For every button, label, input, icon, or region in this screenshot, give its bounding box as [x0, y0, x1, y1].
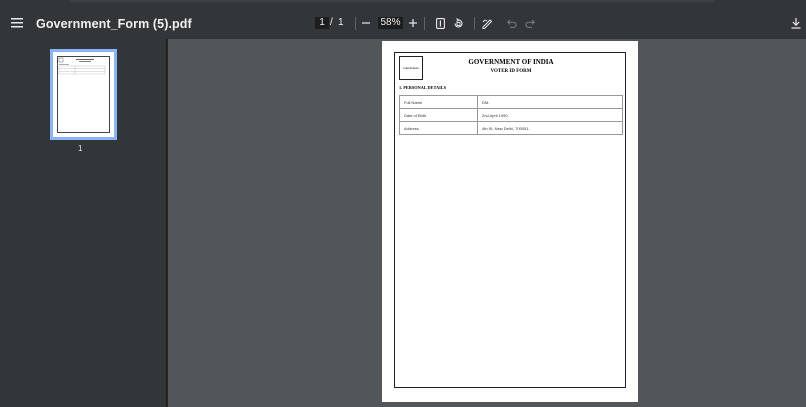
row-label: Address	[399, 121, 478, 135]
redo-icon[interactable]	[524, 18, 535, 29]
page-total: 1	[338, 17, 344, 28]
page-frame: Candidate GOVERNMENT OF INDIA VOTER ID F…	[394, 52, 626, 388]
fit-page-icon[interactable]	[435, 17, 446, 29]
zoom-out-icon[interactable]	[361, 18, 371, 28]
personal-details-table: Full Name DM. Date of Birth 2nd April 19…	[399, 95, 623, 135]
row-value: 2nd April 1990.	[477, 108, 623, 122]
row-label: Date of Birth	[399, 108, 478, 122]
rotate-icon[interactable]	[452, 17, 464, 29]
photo-box: Candidate	[399, 56, 423, 80]
photo-label: Candidate	[403, 66, 419, 70]
annotate-icon[interactable]	[481, 17, 493, 29]
document-viewer[interactable]: Candidate GOVERNMENT OF INDIA VOTER ID F…	[168, 39, 806, 407]
top-scroll-indicator	[70, 0, 715, 2]
row-label: Full Name	[399, 95, 478, 109]
form-subtitle: VOTER ID FORM	[490, 69, 532, 74]
thumbnail-page-number: 1	[78, 144, 83, 153]
menu-icon[interactable]	[8, 14, 26, 32]
page-thumbnail[interactable]	[50, 49, 117, 140]
table-row: Address 4th St. New Delhi, 700051.	[399, 121, 623, 135]
toolbar-divider	[424, 17, 425, 30]
table-row: Date of Birth 2nd April 1990.	[399, 108, 623, 122]
zoom-input[interactable]	[378, 17, 403, 29]
table-row: Full Name DM.	[399, 95, 623, 109]
section-heading: 1. PERSONAL DETAILS	[399, 85, 447, 90]
page-separator: /	[330, 17, 333, 28]
undo-icon[interactable]	[506, 18, 517, 29]
zoom-in-icon[interactable]	[408, 18, 418, 28]
thumbnail-page-preview	[57, 56, 110, 133]
form-title: GOVERNMENT OF INDIA	[468, 58, 554, 66]
row-value: 4th St. New Delhi, 700051.	[477, 121, 623, 135]
toolbar-divider	[474, 17, 475, 30]
row-value: DM.	[477, 95, 623, 109]
pdf-page: Candidate GOVERNMENT OF INDIA VOTER ID F…	[382, 41, 638, 402]
toolbar-divider	[355, 17, 356, 30]
document-title: Government_Form (5).pdf	[36, 17, 192, 31]
thumbnail-sidebar: 1	[0, 39, 167, 407]
pdf-toolbar: Government_Form (5).pdf / 1	[0, 0, 806, 39]
download-icon[interactable]	[790, 17, 802, 29]
page-number-input[interactable]	[315, 17, 329, 29]
